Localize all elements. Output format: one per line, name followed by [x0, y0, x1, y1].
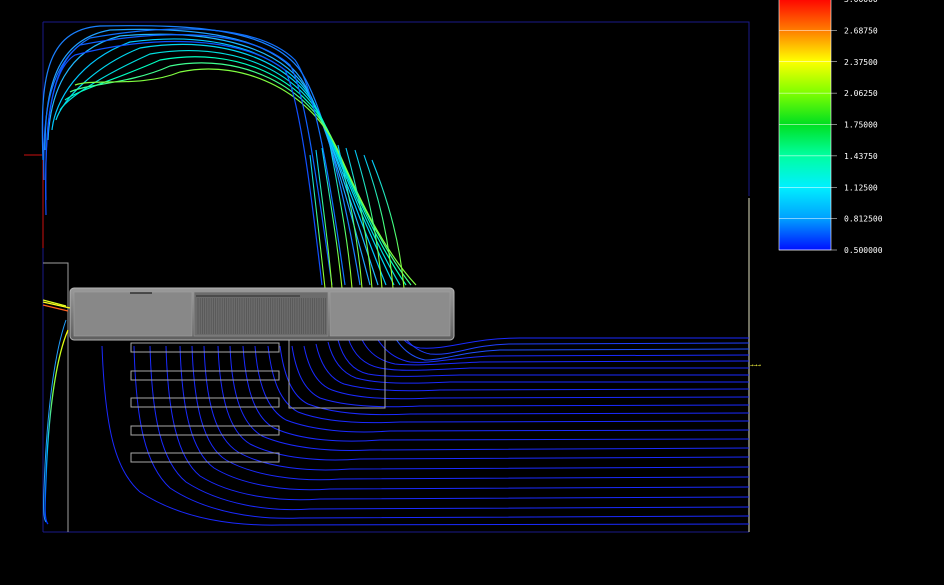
upper-streamlines — [41, 25, 417, 286]
streamline-diagram: →→→ 3.00000 2.68750 2.37500 2.06250 1.75000 1… — [24, 0, 883, 533]
legend-tick-label: 2.06250 — [844, 89, 878, 98]
inlet-jets — [42, 299, 71, 312]
left-wall-streamline-2 — [43, 319, 67, 523]
main-component — [69, 287, 455, 341]
flow-visualization-viewport[interactable]: →→→ 3.00000 2.68750 2.37500 2.06250 1.75000 1… — [0, 0, 944, 585]
legend-tick-label: 1.12500 — [844, 183, 878, 192]
lower-streamlines — [101, 311, 750, 526]
legend-tick-label: 3.00000 — [844, 0, 878, 4]
legend-tick-label: 0.812500 — [844, 215, 883, 224]
legend-color-bar — [778, 0, 832, 251]
legend-tick-label: 0.500000 — [844, 246, 883, 255]
outlet-marker — [24, 150, 44, 248]
left-wall-streamline — [44, 329, 69, 525]
color-legend: 3.00000 2.68750 2.37500 2.06250 1.75000 1.437… — [778, 0, 883, 255]
legend-tick-label: 1.75000 — [844, 121, 878, 130]
inlet-marker: →→→ — [750, 362, 761, 369]
arrow-right-icon: →→→ — [750, 362, 761, 369]
legend-tick-label: 2.37500 — [844, 58, 878, 67]
legend-tick-label: 2.68750 — [844, 26, 878, 35]
legend-tick-label: 1.43750 — [844, 152, 878, 161]
